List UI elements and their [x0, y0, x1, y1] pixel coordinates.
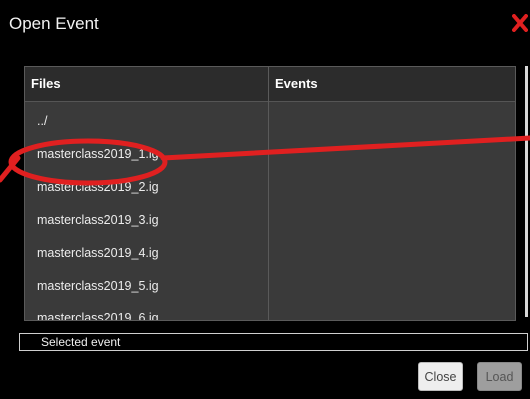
column-divider: [268, 67, 269, 320]
file-browser-header: Files Events: [25, 67, 515, 102]
file-item-parent-dir[interactable]: ../: [37, 114, 47, 128]
pointer-arrow-left: [0, 155, 21, 183]
load-button[interactable]: Load: [477, 362, 522, 391]
file-browser-panel: Files Events ../ masterclass2019_1.ig ma…: [24, 66, 516, 321]
scrollbar[interactable]: [525, 66, 528, 317]
close-button[interactable]: Close: [418, 362, 463, 391]
events-column-header: Events: [275, 76, 318, 91]
close-x-icon[interactable]: [512, 14, 528, 32]
file-item[interactable]: masterclass2019_2.ig: [37, 180, 159, 194]
file-item[interactable]: masterclass2019_3.ig: [37, 213, 159, 227]
selected-event-label: Selected event: [41, 335, 121, 349]
file-item[interactable]: masterclass2019_5.ig: [37, 279, 159, 293]
files-column-header: Files: [31, 76, 61, 91]
file-item[interactable]: masterclass2019_1.ig: [37, 147, 159, 161]
file-item[interactable]: masterclass2019_6.ig: [37, 311, 159, 320]
file-item[interactable]: masterclass2019_4.ig: [37, 246, 159, 260]
open-event-dialog: Open Event Files Events ../ masterclass2…: [0, 0, 530, 399]
dialog-title: Open Event: [9, 14, 99, 33]
selected-event-field: Selected event: [19, 333, 528, 351]
